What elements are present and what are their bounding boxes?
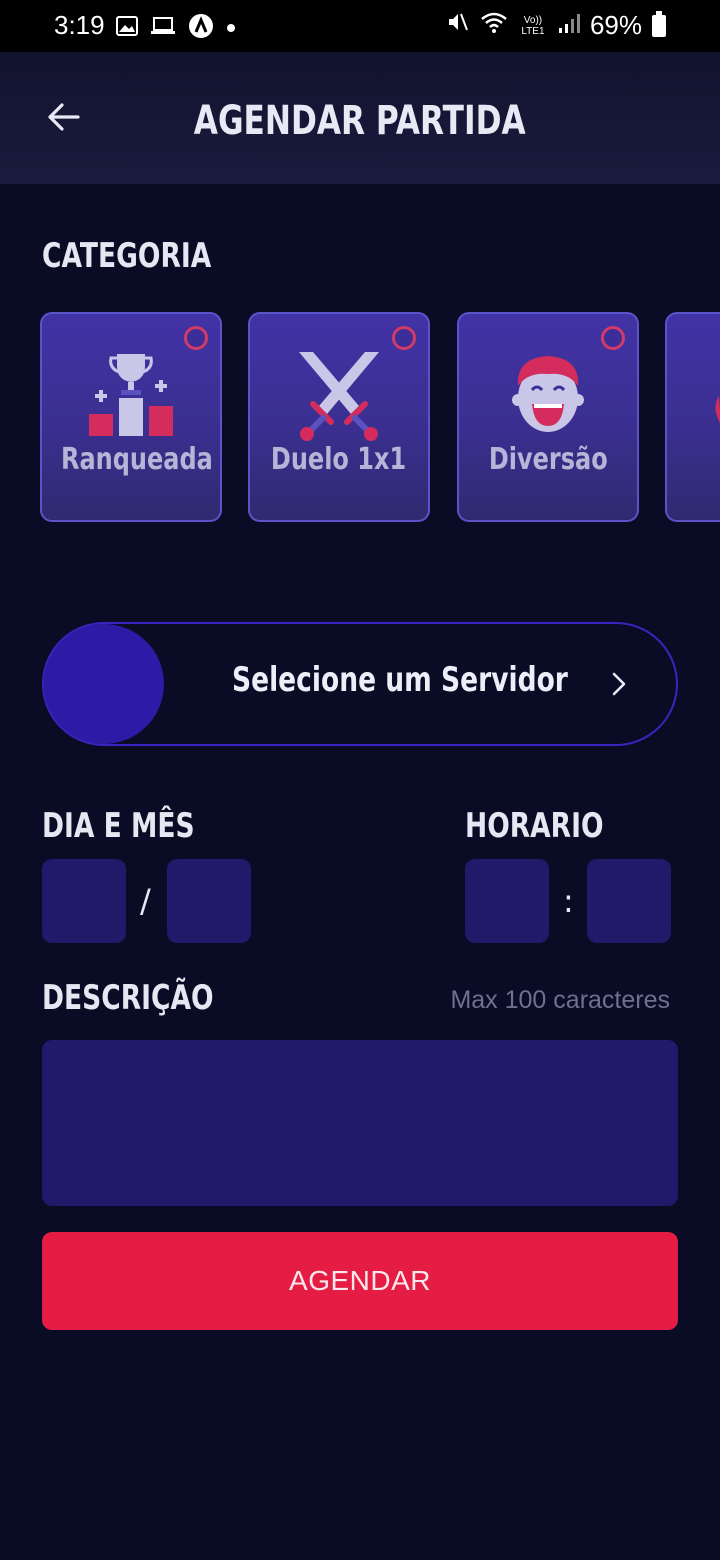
category-card-label: Duelo 1x1: [271, 442, 407, 477]
category-card-partial[interactable]: [665, 312, 720, 522]
status-right-icons: Vo)) LTE1 69%: [446, 10, 666, 41]
minute-input[interactable]: [587, 859, 671, 943]
status-left-icons: [116, 13, 236, 44]
trophy-podium-icon: [42, 344, 220, 444]
status-time: 3:19: [54, 10, 105, 40]
date-label: DIA E MÊS: [42, 806, 195, 846]
description-label: DESCRIÇÃO: [42, 978, 214, 1018]
a-circle-icon: [188, 13, 214, 44]
battery-text: 69%: [589, 10, 642, 40]
category-label: CATEGORIA: [42, 236, 212, 276]
volte-icon: Vo)) LTE1: [521, 14, 545, 37]
category-card-ranqueada[interactable]: Ranqueada: [40, 312, 222, 522]
category-card-label: Ranqueada: [60, 442, 213, 477]
date-separator: /: [140, 882, 151, 920]
signal-icon: [558, 10, 580, 41]
laughing-face-icon: [459, 344, 637, 444]
description-hint: Max 100 caracteres: [450, 986, 670, 1014]
image-icon: [116, 16, 138, 41]
mute-icon: [446, 10, 470, 41]
category-card-diversao[interactable]: Diversão: [457, 312, 639, 522]
page-title: AGENDAR PARTIDA: [194, 98, 526, 144]
partial-card-icon: [667, 344, 720, 444]
category-list[interactable]: Ranqueada Duelo 1x1 Diversão: [0, 312, 720, 524]
laptop-icon: [150, 16, 176, 41]
time-separator: :: [563, 882, 574, 920]
chevron-right-icon: [612, 672, 626, 701]
description-input[interactable]: [42, 1040, 678, 1206]
crossed-swords-icon: [250, 344, 428, 444]
wifi-icon: [480, 10, 508, 41]
battery-icon: [652, 10, 666, 37]
status-bar: 3:19 Vo)) LTE1 69%: [0, 0, 720, 52]
month-input[interactable]: [167, 859, 251, 943]
hour-input[interactable]: [465, 859, 549, 943]
server-avatar: [44, 624, 164, 744]
day-input[interactable]: [42, 859, 126, 943]
app-header: AGENDAR PARTIDA: [0, 52, 720, 184]
time-label: HORARIO: [465, 806, 604, 846]
schedule-button[interactable]: AGENDAR: [42, 1232, 678, 1330]
dot-icon: [226, 20, 236, 38]
category-card-label: Diversão: [488, 442, 608, 477]
server-label: Selecione um Servidor: [232, 660, 568, 700]
category-card-duelo[interactable]: Duelo 1x1: [248, 312, 430, 522]
server-selector[interactable]: Selecione um Servidor: [42, 622, 678, 746]
